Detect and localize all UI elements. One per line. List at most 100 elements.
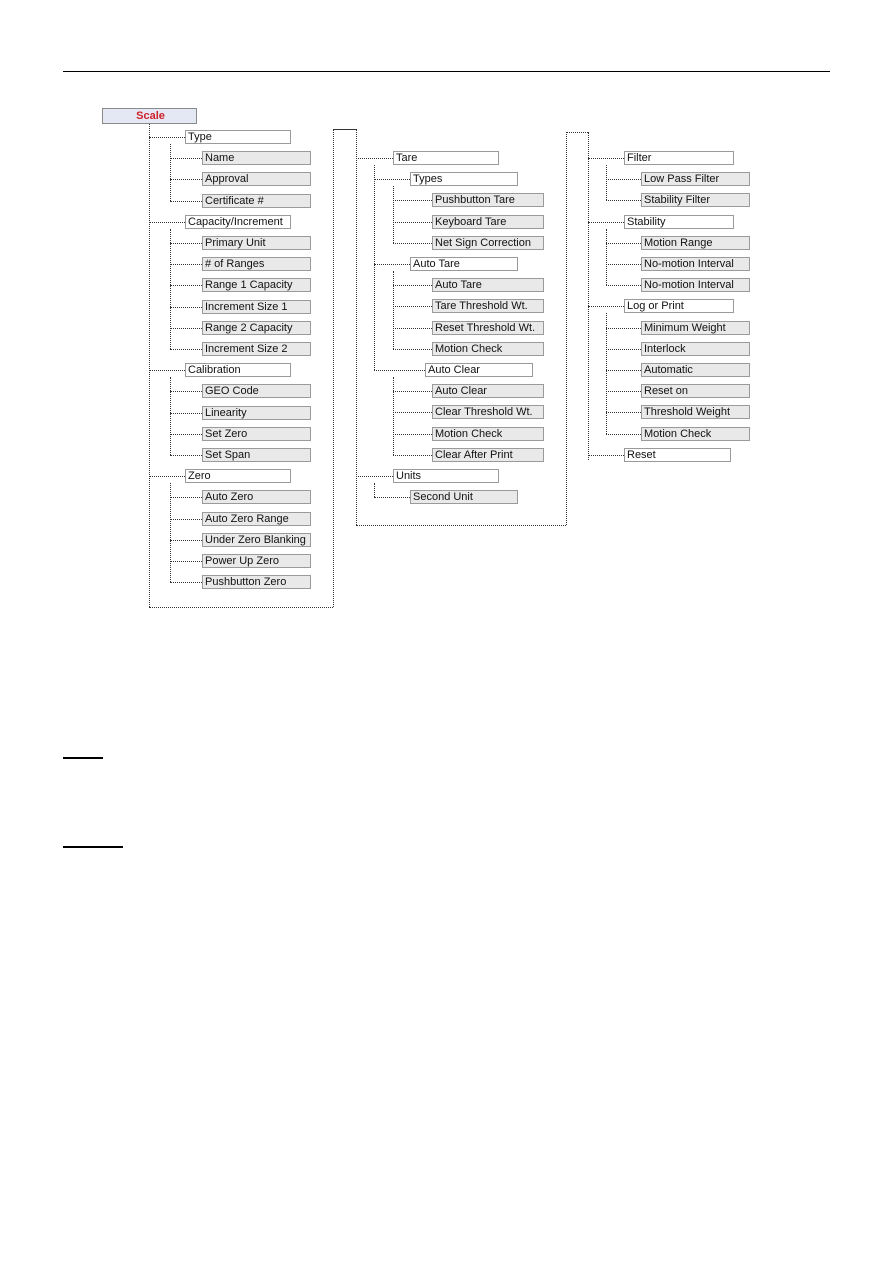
item-connector <box>606 285 641 287</box>
column-1-spine <box>149 124 150 607</box>
menu-item-keyboard-tare[interactable]: Keyboard Tare <box>432 214 544 229</box>
menu-item-power-up-zero[interactable]: Power Up Zero <box>202 554 311 568</box>
subgroup-branch <box>393 271 394 349</box>
menu-subgroup-auto-clear[interactable]: Auto Clear <box>425 363 533 377</box>
item-connector <box>606 200 641 202</box>
item-connector <box>606 391 641 393</box>
group-branch <box>170 377 171 455</box>
item-connector <box>170 243 202 244</box>
menu-root-scale[interactable]: Scale <box>102 108 197 124</box>
item-connector <box>170 349 202 350</box>
menu-item-motion-check[interactable]: Motion Check <box>432 341 544 356</box>
group-connector <box>588 454 624 456</box>
menu-group-calibration[interactable]: Calibration <box>185 363 291 378</box>
menu-item-geo-code[interactable]: GEO Code <box>202 384 311 399</box>
item-connector <box>393 285 432 287</box>
menu-item-motion-check[interactable]: Motion Check <box>432 426 544 441</box>
item-connector <box>170 539 202 541</box>
menu-item-second-unit[interactable]: Second Unit <box>410 490 518 505</box>
menu-subgroup-auto-tare[interactable]: Auto Tare <box>410 257 518 271</box>
group-branch <box>606 165 607 201</box>
menu-item-threshold-weight[interactable]: Threshold Weight <box>641 405 750 420</box>
menu-item-approval[interactable]: Approval <box>202 172 311 187</box>
item-connector <box>170 179 202 181</box>
column-3-spine <box>588 132 589 460</box>
menu-item-auto-tare[interactable]: Auto Tare <box>432 278 544 293</box>
menu-item-pushbutton-tare[interactable]: Pushbutton Tare <box>432 193 544 208</box>
item-connector <box>393 412 432 414</box>
item-connector <box>170 306 202 308</box>
group-connector <box>588 306 624 308</box>
menu-item-tare-threshold-wt[interactable]: Tare Threshold Wt. <box>432 299 544 314</box>
item-connector <box>170 264 202 266</box>
item-connector <box>606 242 641 244</box>
item-connector <box>393 433 432 435</box>
menu-item-range-1-capacity[interactable]: Range 1 Capacity <box>202 278 311 293</box>
menu-group-filter[interactable]: Filter <box>624 151 734 165</box>
menu-item-interlock[interactable]: Interlock <box>641 341 750 356</box>
column-2-right <box>566 132 567 525</box>
item-connector <box>393 221 432 223</box>
subgroup-connector <box>374 179 410 181</box>
item-connector <box>606 370 641 371</box>
menu-subgroup-types[interactable]: Types <box>410 172 518 187</box>
menu-item-minimum-weight[interactable]: Minimum Weight <box>641 320 750 335</box>
menu-item-clear-threshold-wt[interactable]: Clear Threshold Wt. <box>432 405 544 420</box>
group-connector <box>149 221 185 223</box>
menu-group-zero[interactable]: Zero <box>185 469 291 484</box>
menu-item-low-pass-filter[interactable]: Low Pass Filter <box>641 172 750 187</box>
menu-item-pushbutton-zero[interactable]: Pushbutton Zero <box>202 575 311 590</box>
group-connector <box>149 137 185 138</box>
subgroup-branch <box>393 377 394 455</box>
menu-item-increment-size-1[interactable]: Increment Size 1 <box>202 299 311 314</box>
menu-group-capacity-increment[interactable]: Capacity/Increment <box>185 214 291 229</box>
menu-item-auto-clear[interactable]: Auto Clear <box>432 384 544 399</box>
group-connector <box>149 476 185 478</box>
menu-item-clear-after-print[interactable]: Clear After Print <box>432 447 544 462</box>
menu-item-net-sign-correction[interactable]: Net Sign Correction <box>432 235 544 250</box>
menu-group-reset[interactable]: Reset <box>624 447 731 462</box>
item-connector <box>393 242 432 244</box>
menu-group-type[interactable]: Type <box>185 130 291 144</box>
item-connector <box>393 306 432 308</box>
menu-item-linearity[interactable]: Linearity <box>202 405 311 420</box>
item-connector <box>170 285 202 287</box>
menu-item-no-motion-interval[interactable]: No-motion Interval <box>641 278 750 293</box>
menu-item-under-zero-blanking[interactable]: Under Zero Blanking <box>202 532 311 547</box>
menu-item-reset-on[interactable]: Reset on <box>641 384 750 399</box>
menu-item-of-ranges[interactable]: # of Ranges <box>202 257 311 272</box>
column-2-top <box>333 129 356 130</box>
menu-item-increment-size-2[interactable]: Increment Size 2 <box>202 342 311 356</box>
menu-group-log-or-print[interactable]: Log or Print <box>624 299 734 314</box>
group-connector <box>588 221 624 223</box>
menu-item-no-motion-interval[interactable]: No-motion Interval <box>641 257 750 271</box>
menu-item-stability-filter[interactable]: Stability Filter <box>641 193 750 208</box>
item-connector <box>606 412 641 414</box>
group-branch <box>170 483 171 583</box>
item-connector <box>170 158 202 160</box>
menu-item-motion-check[interactable]: Motion Check <box>641 426 750 441</box>
item-connector <box>606 264 641 265</box>
menu-item-auto-zero-range[interactable]: Auto Zero Range <box>202 511 311 526</box>
menu-item-auto-zero[interactable]: Auto Zero <box>202 490 311 505</box>
menu-group-tare[interactable]: Tare <box>393 151 499 165</box>
menu-item-set-zero[interactable]: Set Zero <box>202 426 311 441</box>
section-underline-2 <box>63 846 123 848</box>
item-connector <box>606 179 641 181</box>
item-connector <box>606 348 641 350</box>
item-connector <box>170 200 202 202</box>
item-connector <box>170 433 202 435</box>
menu-item-primary-unit[interactable]: Primary Unit <box>202 236 311 250</box>
menu-item-name[interactable]: Name <box>202 151 311 166</box>
subgroup-connector <box>374 370 425 371</box>
menu-item-reset-threshold-wt[interactable]: Reset Threshold Wt. <box>432 320 544 335</box>
menu-item-range-2-capacity[interactable]: Range 2 Capacity <box>202 320 311 335</box>
scale-menu-tree: Scale Type Name Approval Certificate # Capaci… <box>0 0 893 1263</box>
menu-group-stability[interactable]: Stability <box>624 214 734 229</box>
group-connector <box>588 158 624 159</box>
menu-item-certificate[interactable]: Certificate # <box>202 193 311 208</box>
menu-item-motion-range[interactable]: Motion Range <box>641 235 750 250</box>
menu-group-units[interactable]: Units <box>393 469 499 483</box>
menu-item-set-span[interactable]: Set Span <box>202 448 311 462</box>
menu-item-automatic[interactable]: Automatic <box>641 363 750 377</box>
